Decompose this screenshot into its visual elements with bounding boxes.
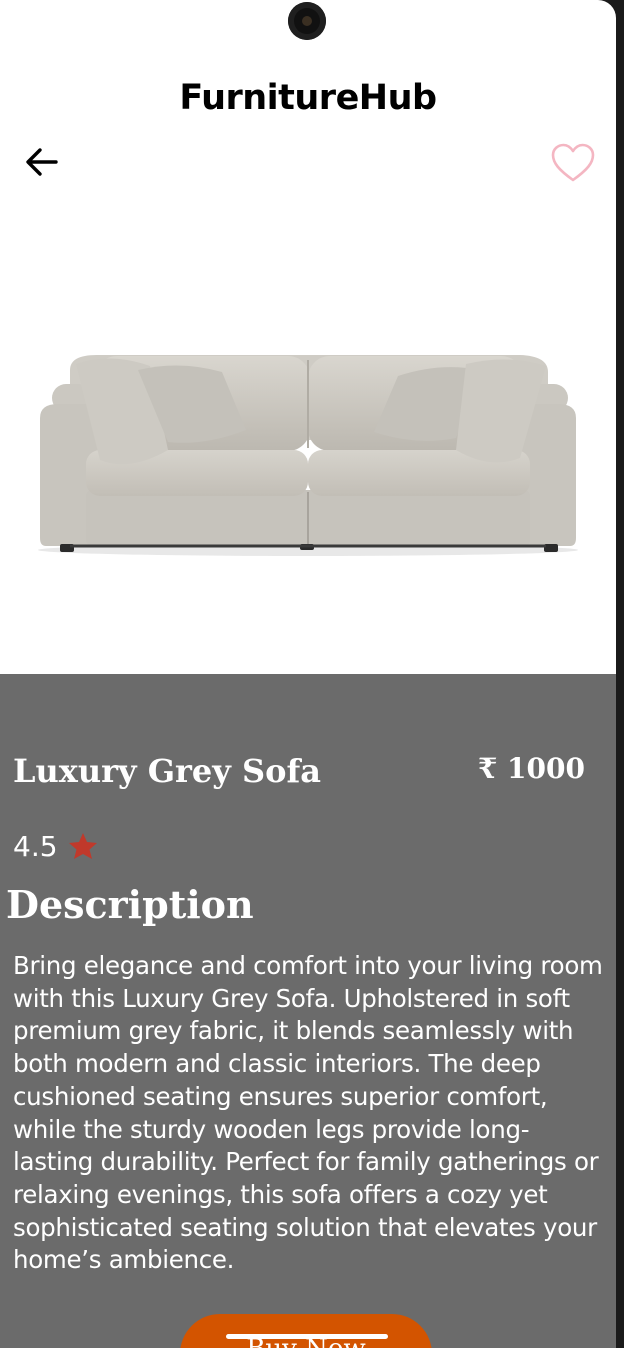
camera-cutout xyxy=(288,2,326,40)
app-screen: FurnitureHub Luxury Grey Sofa ₹ 1000 4.5… xyxy=(0,0,616,1348)
sofa-image xyxy=(38,354,578,556)
product-name: Luxury Grey Sofa xyxy=(13,752,321,790)
description-text: Bring elegance and comfort into your liv… xyxy=(13,951,603,1275)
app-title: FurnitureHub xyxy=(179,78,437,118)
back-button[interactable] xyxy=(22,144,62,180)
favorite-button[interactable] xyxy=(549,142,597,184)
heart-outline-icon xyxy=(551,143,595,182)
home-indicator[interactable] xyxy=(226,1334,388,1339)
product-price: ₹ 1000 xyxy=(477,752,585,785)
product-details-panel: Luxury Grey Sofa ₹ 1000 4.5 Description … xyxy=(0,674,616,1348)
product-rating: 4.5 xyxy=(13,830,58,863)
buy-now-button[interactable]: Buy Now xyxy=(180,1314,432,1348)
description-heading: Description xyxy=(6,882,254,927)
arrow-left-icon xyxy=(26,148,58,176)
product-image xyxy=(0,300,616,570)
star-icon xyxy=(69,833,97,859)
